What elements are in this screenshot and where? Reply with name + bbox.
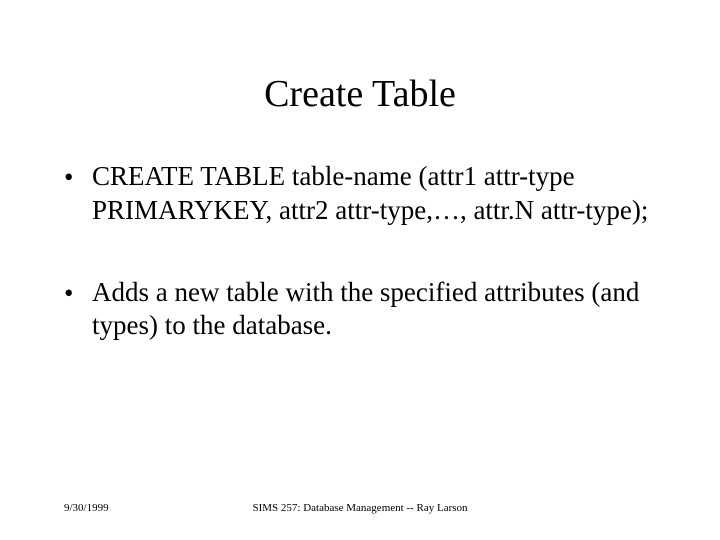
bullet-text: Adds a new table with the specified attr… — [92, 277, 639, 341]
bullet-item: • CREATE TABLE table-name (attr1 attr-ty… — [64, 160, 656, 228]
slide-title: Create Table — [0, 72, 720, 116]
slide-body: • CREATE TABLE table-name (attr1 attr-ty… — [64, 160, 656, 391]
slide: Create Table • CREATE TABLE table-name (… — [0, 0, 720, 540]
bullet-item: • Adds a new table with the specified at… — [64, 276, 656, 344]
bullet-dot-icon: • — [64, 161, 73, 195]
footer-course: SIMS 257: Database Management -- Ray Lar… — [0, 502, 720, 514]
bullet-dot-icon: • — [64, 277, 73, 311]
bullet-text: CREATE TABLE table-name (attr1 attr-type… — [92, 161, 648, 225]
